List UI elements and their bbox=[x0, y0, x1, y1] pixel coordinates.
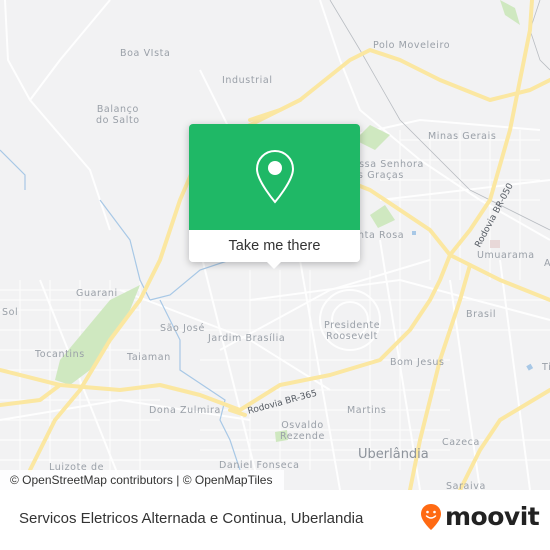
neighborhood-label: Umuarama bbox=[477, 250, 535, 261]
location-popup[interactable]: Take me there bbox=[189, 124, 360, 269]
neighborhood-label: Brasil bbox=[466, 309, 497, 320]
neighborhood-label: Minas Gerais bbox=[428, 131, 497, 142]
neighborhood-label: Tocantins bbox=[35, 349, 85, 360]
park bbox=[500, 0, 520, 25]
neighborhood-label: Balanço do Salto bbox=[96, 104, 140, 126]
park bbox=[370, 205, 395, 228]
footer: Servicos Eletricos Alternada e Continua,… bbox=[0, 490, 550, 550]
map-attribution[interactable]: © OpenStreetMap contributors | © OpenMap… bbox=[0, 470, 285, 490]
neighborhood-label: Jardim Brasília bbox=[208, 333, 286, 344]
neighborhood-label: Sol bbox=[2, 307, 19, 318]
moovit-wordmark: moovit bbox=[445, 502, 540, 531]
place-name: Servicos Eletricos Alternada e Continua,… bbox=[19, 510, 364, 527]
neighborhood-label: São José bbox=[160, 323, 205, 334]
neighborhood-label: Ti bbox=[542, 362, 550, 373]
moovit-pin-icon bbox=[421, 503, 441, 530]
neighborhood-label: Taiaman bbox=[127, 352, 171, 363]
building bbox=[490, 240, 500, 248]
neighborhood-label: Martins bbox=[347, 405, 387, 416]
pond bbox=[526, 363, 534, 371]
popup-header bbox=[189, 124, 360, 230]
neighborhood-label: Industrial bbox=[222, 75, 273, 86]
pond bbox=[412, 231, 416, 235]
neighborhood-label: Cazeca bbox=[442, 437, 480, 448]
popup-pointer bbox=[266, 261, 282, 269]
neighborhood-label: Boa VIsta bbox=[120, 48, 171, 59]
neighborhood-label: Guarani bbox=[76, 288, 118, 299]
map-pin-icon bbox=[255, 149, 294, 204]
neighborhood-label: A bbox=[544, 258, 550, 269]
neighborhood-label: Osvaldo Rezende bbox=[280, 420, 325, 442]
take-me-there-button[interactable]: Take me there bbox=[189, 230, 360, 262]
neighborhood-label: Presidente Roosevelt bbox=[324, 320, 381, 342]
map[interactable]: Boa VIsta Industrial Balanço do Salto Po… bbox=[0, 0, 550, 490]
neighborhood-label: Polo Moveleiro bbox=[373, 40, 451, 51]
city-label: Uberlândia bbox=[358, 447, 429, 462]
neighborhood-label: Saraiva bbox=[446, 481, 486, 490]
neighborhood-label: Bom Jesus bbox=[390, 357, 445, 368]
moovit-logo[interactable]: moovit bbox=[420, 502, 540, 531]
neighborhood-label: Dona Zulmira bbox=[149, 405, 221, 416]
railway bbox=[329, 0, 550, 231]
